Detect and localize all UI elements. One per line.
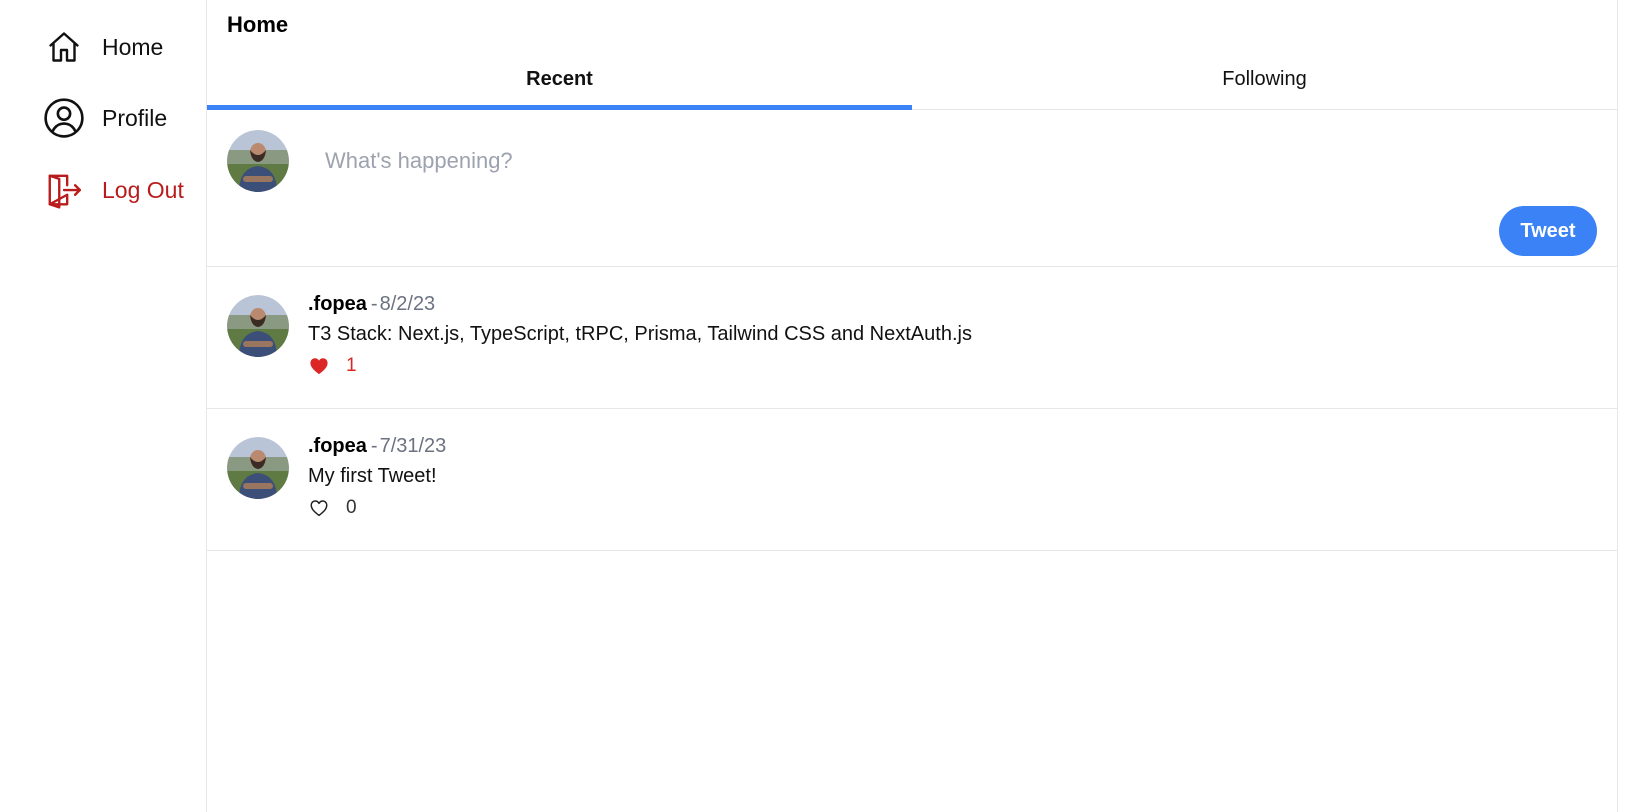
tweet-content: My first Tweet! xyxy=(308,465,437,487)
compose-form: Tweet xyxy=(207,110,1617,267)
sidebar: Home Profile Log Out xyxy=(0,0,206,812)
tweet-content: T3 Stack: Next.js, TypeScript, tRPC, Pri… xyxy=(308,323,972,345)
tweet-date: 7/31/23 xyxy=(379,435,447,457)
tab-recent[interactable]: Recent xyxy=(207,58,912,110)
sidebar-item-label: Log Out xyxy=(102,176,184,203)
avatar[interactable] xyxy=(227,295,289,357)
logout-icon xyxy=(42,168,86,212)
tweet-header: .fopea -7/31/23 xyxy=(308,435,446,458)
sidebar-item-logout[interactable]: Log Out xyxy=(42,168,184,212)
user-circle-icon xyxy=(42,96,86,140)
tweet-separator: - xyxy=(370,293,378,315)
tweet-date: 8/2/23 xyxy=(379,293,436,315)
like-button[interactable]: 1 xyxy=(308,355,357,377)
avatar[interactable] xyxy=(227,130,289,192)
sidebar-item-profile[interactable]: Profile xyxy=(42,96,167,140)
home-icon xyxy=(42,25,86,69)
feed-tabs: Recent Following xyxy=(207,58,1617,110)
compose-input[interactable] xyxy=(325,136,1475,186)
tweet-author[interactable]: .fopea xyxy=(308,435,367,457)
heart-outline-icon xyxy=(308,497,330,519)
main-column: Home Recent Following What's happening? … xyxy=(206,0,1618,812)
sidebar-item-label: Profile xyxy=(102,104,168,131)
like-count: 0 xyxy=(346,497,357,518)
tab-following[interactable]: Following xyxy=(912,58,1617,109)
sidebar-item-label: Home xyxy=(102,33,164,60)
tweet-separator: - xyxy=(370,435,378,457)
heart-filled-icon xyxy=(308,355,330,377)
app: Home Profile Log Out Home Recent Followi… xyxy=(0,0,1635,812)
tweet-feed: .fopea -8/2/23 T3 Stack: Next.js, TypeScr… xyxy=(207,267,1617,551)
like-count: 1 xyxy=(346,355,357,376)
avatar[interactable] xyxy=(227,437,289,499)
page-title: Home xyxy=(227,12,289,37)
tweet-header: .fopea -8/2/23 xyxy=(308,293,435,316)
tweet-card: .fopea -7/31/23 My first Tweet! 0 xyxy=(207,409,1617,551)
tweet-author[interactable]: .fopea xyxy=(308,293,367,315)
tweet-button[interactable]: Tweet xyxy=(1499,206,1597,256)
tweet-card: .fopea -8/2/23 T3 Stack: Next.js, TypeScr… xyxy=(207,267,1617,409)
sidebar-item-home[interactable]: Home xyxy=(42,25,163,69)
like-button[interactable]: 0 xyxy=(308,497,357,519)
